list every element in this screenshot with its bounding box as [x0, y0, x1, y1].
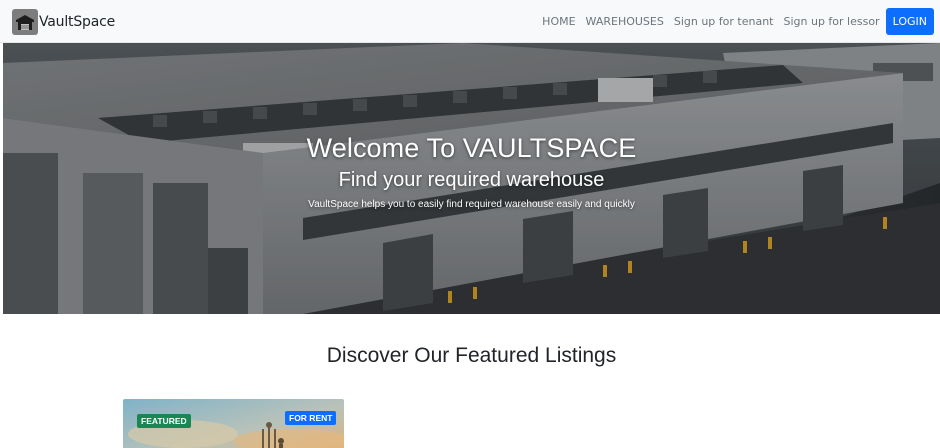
nav-link-warehouses[interactable]: WAREHOUSES: [586, 8, 664, 35]
brand-link[interactable]: VaultSpace: [12, 9, 115, 35]
nav-link-home[interactable]: HOME: [542, 8, 575, 35]
hero-title: Welcome To VAULTSPACE: [306, 133, 637, 163]
warehouse-logo-icon: [12, 9, 38, 35]
hero-description: VaultSpace helps you to easily find requ…: [308, 199, 635, 210]
featured-badge: FEATURED: [137, 414, 191, 428]
featured-section-title: Discover Our Featured Listings: [326, 344, 617, 367]
for-rent-badge: FOR RENT: [285, 411, 337, 425]
listing-card[interactable]: FEATURED FOR RENT: [123, 399, 344, 448]
nav-link-signup-lessor[interactable]: Sign up for lessor: [783, 8, 879, 35]
hero-banner: Welcome To VAULTSPACE Find your required…: [3, 43, 940, 314]
brand-name: VaultSpace: [39, 14, 115, 30]
hero-subtitle: Find your required warehouse: [338, 169, 605, 191]
page: VaultSpace HOME WAREHOUSES Sign up for t…: [0, 0, 940, 448]
nav-links: HOME WAREHOUSES Sign up for tenant Sign …: [542, 8, 934, 35]
navbar: VaultSpace HOME WAREHOUSES Sign up for t…: [0, 0, 940, 43]
nav-link-signup-tenant[interactable]: Sign up for tenant: [674, 8, 774, 35]
login-button[interactable]: LOGIN: [885, 8, 934, 35]
